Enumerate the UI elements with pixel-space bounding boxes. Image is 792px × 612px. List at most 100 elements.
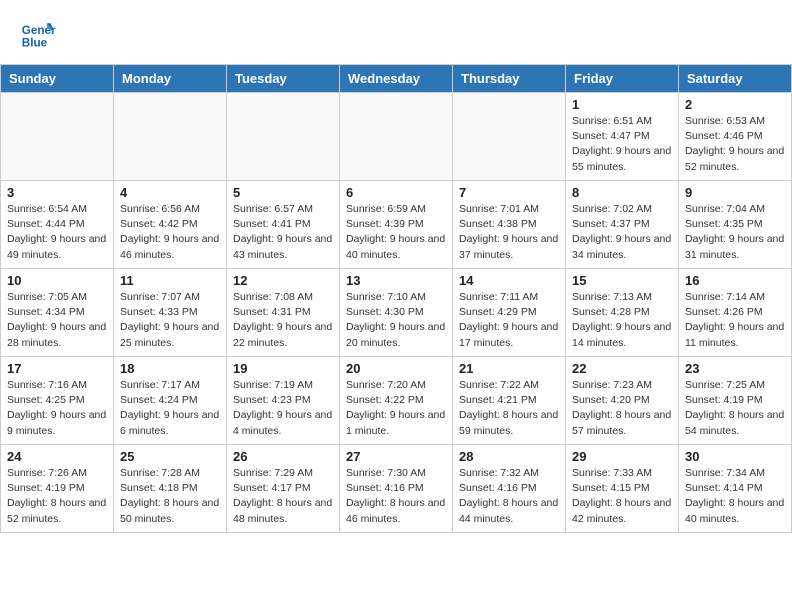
calendar-cell: 28 Sunrise: 7:32 AM Sunset: 4:16 PM Dayli… <box>453 445 566 533</box>
calendar-cell: 5 Sunrise: 6:57 AM Sunset: 4:41 PM Daylig… <box>227 181 340 269</box>
calendar-cell: 16 Sunrise: 7:14 AM Sunset: 4:26 PM Dayli… <box>679 269 792 357</box>
calendar-cell: 11 Sunrise: 7:07 AM Sunset: 4:33 PM Dayli… <box>114 269 227 357</box>
day-info: Sunrise: 6:54 AM Sunset: 4:44 PM Dayligh… <box>7 202 107 263</box>
day-info: Sunrise: 7:07 AM Sunset: 4:33 PM Dayligh… <box>120 290 220 351</box>
day-info: Sunrise: 7:30 AM Sunset: 4:16 PM Dayligh… <box>346 466 446 527</box>
calendar-cell <box>227 93 340 181</box>
calendar-cell: 18 Sunrise: 7:17 AM Sunset: 4:24 PM Dayli… <box>114 357 227 445</box>
day-info: Sunrise: 7:33 AM Sunset: 4:15 PM Dayligh… <box>572 466 672 527</box>
week-row-2: 3 Sunrise: 6:54 AM Sunset: 4:44 PM Daylig… <box>1 181 792 269</box>
weekday-header-tuesday: Tuesday <box>227 65 340 93</box>
calendar-cell: 3 Sunrise: 6:54 AM Sunset: 4:44 PM Daylig… <box>1 181 114 269</box>
day-number: 8 <box>572 185 672 200</box>
weekday-header-row: SundayMondayTuesdayWednesdayThursdayFrid… <box>1 65 792 93</box>
weekday-header-thursday: Thursday <box>453 65 566 93</box>
calendar-cell: 17 Sunrise: 7:16 AM Sunset: 4:25 PM Dayli… <box>1 357 114 445</box>
day-number: 15 <box>572 273 672 288</box>
day-info: Sunrise: 7:25 AM Sunset: 4:19 PM Dayligh… <box>685 378 785 439</box>
day-info: Sunrise: 6:57 AM Sunset: 4:41 PM Dayligh… <box>233 202 333 263</box>
day-info: Sunrise: 7:20 AM Sunset: 4:22 PM Dayligh… <box>346 378 446 439</box>
calendar-cell: 23Sunrise: 7:25 AM Sunset: 4:19 PM Dayli… <box>679 357 792 445</box>
calendar-cell: 25Sunrise: 7:28 AM Sunset: 4:18 PM Dayli… <box>114 445 227 533</box>
logo-icon: General Blue <box>20 16 56 52</box>
calendar-cell: 12 Sunrise: 7:08 AM Sunset: 4:31 PM Dayli… <box>227 269 340 357</box>
day-info: Sunrise: 7:04 AM Sunset: 4:35 PM Dayligh… <box>685 202 785 263</box>
day-number: 6 <box>346 185 446 200</box>
calendar-cell: 8 Sunrise: 7:02 AM Sunset: 4:37 PM Daylig… <box>566 181 679 269</box>
calendar-cell: 6Sunrise: 6:59 AM Sunset: 4:39 PM Daylig… <box>340 181 453 269</box>
day-number: 25 <box>120 449 220 464</box>
day-number: 30 <box>685 449 785 464</box>
day-info: Sunrise: 7:10 AM Sunset: 4:30 PM Dayligh… <box>346 290 446 351</box>
day-info: Sunrise: 7:01 AM Sunset: 4:38 PM Dayligh… <box>459 202 559 263</box>
weekday-header-monday: Monday <box>114 65 227 93</box>
day-number: 1 <box>572 97 672 112</box>
day-number: 16 <box>685 273 785 288</box>
day-number: 27 <box>346 449 446 464</box>
day-info: Sunrise: 7:08 AM Sunset: 4:31 PM Dayligh… <box>233 290 333 351</box>
day-info: Sunrise: 7:22 AM Sunset: 4:21 PM Dayligh… <box>459 378 559 439</box>
calendar-cell: 4Sunrise: 6:56 AM Sunset: 4:42 PM Daylig… <box>114 181 227 269</box>
day-number: 29 <box>572 449 672 464</box>
logo: General Blue <box>20 16 58 52</box>
day-info: Sunrise: 7:13 AM Sunset: 4:28 PM Dayligh… <box>572 290 672 351</box>
day-info: Sunrise: 7:19 AM Sunset: 4:23 PM Dayligh… <box>233 378 333 439</box>
day-info: Sunrise: 7:05 AM Sunset: 4:34 PM Dayligh… <box>7 290 107 351</box>
day-number: 3 <box>7 185 107 200</box>
day-info: Sunrise: 7:02 AM Sunset: 4:37 PM Dayligh… <box>572 202 672 263</box>
svg-text:Blue: Blue <box>22 37 48 50</box>
day-info: Sunrise: 7:16 AM Sunset: 4:25 PM Dayligh… <box>7 378 107 439</box>
day-number: 11 <box>120 273 220 288</box>
calendar-cell: 10 Sunrise: 7:05 AM Sunset: 4:34 PM Dayli… <box>1 269 114 357</box>
calendar-cell: 7 Sunrise: 7:01 AM Sunset: 4:38 PM Daylig… <box>453 181 566 269</box>
day-number: 10 <box>7 273 107 288</box>
day-number: 14 <box>459 273 559 288</box>
week-row-5: 24Sunrise: 7:26 AM Sunset: 4:19 PM Dayli… <box>1 445 792 533</box>
calendar-cell: 1 Sunrise: 6:51 AM Sunset: 4:47 PM Daylig… <box>566 93 679 181</box>
calendar-table: SundayMondayTuesdayWednesdayThursdayFrid… <box>0 64 792 533</box>
day-info: Sunrise: 6:53 AM Sunset: 4:46 PM Dayligh… <box>685 114 785 175</box>
day-number: 28 <box>459 449 559 464</box>
calendar-cell: 21Sunrise: 7:22 AM Sunset: 4:21 PM Dayli… <box>453 357 566 445</box>
calendar-cell <box>340 93 453 181</box>
weekday-header-sunday: Sunday <box>1 65 114 93</box>
day-number: 17 <box>7 361 107 376</box>
weekday-header-friday: Friday <box>566 65 679 93</box>
calendar-cell <box>453 93 566 181</box>
day-number: 5 <box>233 185 333 200</box>
day-number: 22 <box>572 361 672 376</box>
day-info: Sunrise: 7:23 AM Sunset: 4:20 PM Dayligh… <box>572 378 672 439</box>
day-info: Sunrise: 6:51 AM Sunset: 4:47 PM Dayligh… <box>572 114 672 175</box>
day-number: 24 <box>7 449 107 464</box>
calendar-cell: 13 Sunrise: 7:10 AM Sunset: 4:30 PM Dayli… <box>340 269 453 357</box>
day-number: 13 <box>346 273 446 288</box>
week-row-1: 1 Sunrise: 6:51 AM Sunset: 4:47 PM Daylig… <box>1 93 792 181</box>
calendar-cell: 27 Sunrise: 7:30 AM Sunset: 4:16 PM Dayli… <box>340 445 453 533</box>
week-row-3: 10 Sunrise: 7:05 AM Sunset: 4:34 PM Dayli… <box>1 269 792 357</box>
calendar-cell: 15 Sunrise: 7:13 AM Sunset: 4:28 PM Dayli… <box>566 269 679 357</box>
weekday-header-saturday: Saturday <box>679 65 792 93</box>
day-number: 26 <box>233 449 333 464</box>
day-info: Sunrise: 7:29 AM Sunset: 4:17 PM Dayligh… <box>233 466 333 527</box>
calendar-cell: 19Sunrise: 7:19 AM Sunset: 4:23 PM Dayli… <box>227 357 340 445</box>
calendar-cell: 20Sunrise: 7:20 AM Sunset: 4:22 PM Dayli… <box>340 357 453 445</box>
day-info: Sunrise: 7:17 AM Sunset: 4:24 PM Dayligh… <box>120 378 220 439</box>
day-number: 12 <box>233 273 333 288</box>
day-info: Sunrise: 7:34 AM Sunset: 4:14 PM Dayligh… <box>685 466 785 527</box>
calendar-cell: 9 Sunrise: 7:04 AM Sunset: 4:35 PM Daylig… <box>679 181 792 269</box>
page-header: General Blue <box>0 0 792 56</box>
week-row-4: 17 Sunrise: 7:16 AM Sunset: 4:25 PM Dayli… <box>1 357 792 445</box>
day-number: 2 <box>685 97 785 112</box>
day-info: Sunrise: 7:14 AM Sunset: 4:26 PM Dayligh… <box>685 290 785 351</box>
calendar-cell: 2 Sunrise: 6:53 AM Sunset: 4:46 PM Daylig… <box>679 93 792 181</box>
day-info: Sunrise: 6:56 AM Sunset: 4:42 PM Dayligh… <box>120 202 220 263</box>
day-number: 9 <box>685 185 785 200</box>
day-number: 7 <box>459 185 559 200</box>
day-info: Sunrise: 7:32 AM Sunset: 4:16 PM Dayligh… <box>459 466 559 527</box>
day-number: 18 <box>120 361 220 376</box>
weekday-header-wednesday: Wednesday <box>340 65 453 93</box>
calendar-cell: 26 Sunrise: 7:29 AM Sunset: 4:17 PM Dayli… <box>227 445 340 533</box>
calendar-cell <box>114 93 227 181</box>
calendar-cell <box>1 93 114 181</box>
calendar-cell: 29 Sunrise: 7:33 AM Sunset: 4:15 PM Dayli… <box>566 445 679 533</box>
